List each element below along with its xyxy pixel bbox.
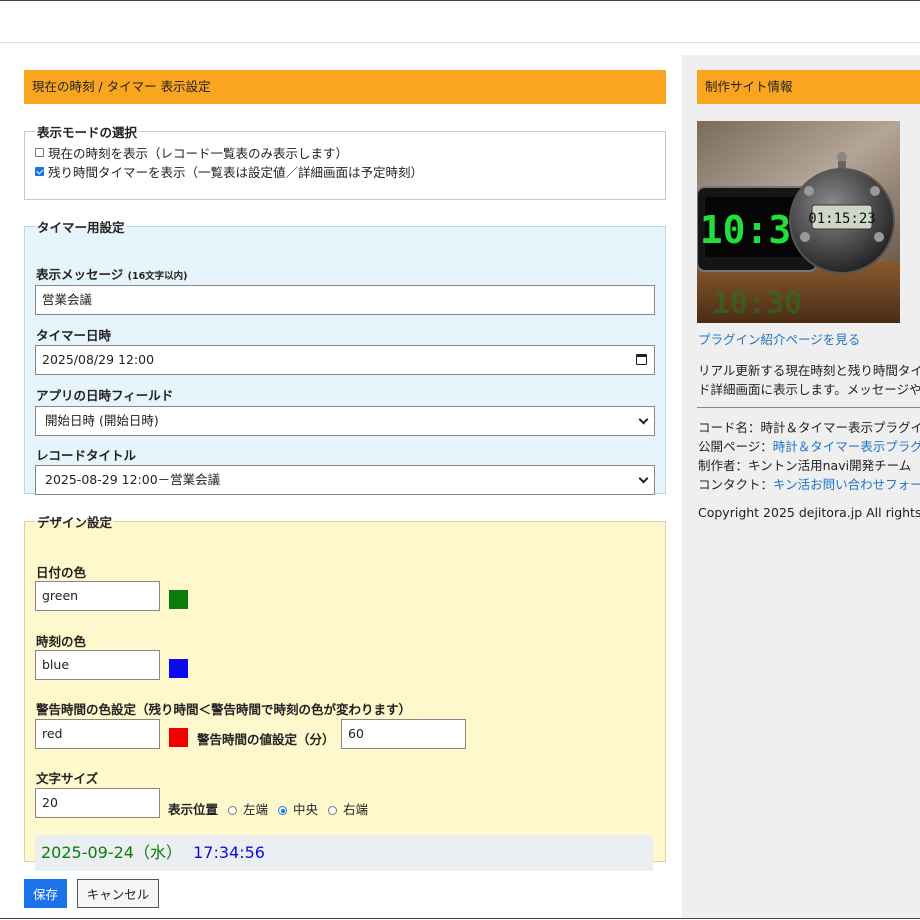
date-color-input[interactable]: green (35, 581, 160, 611)
bottom-border (0, 918, 920, 919)
date-color-swatch (169, 590, 188, 609)
description-line-2: ド詳細画面に表示します。メッセージや (698, 382, 920, 397)
position-center-radio[interactable] (278, 806, 288, 815)
position-left-radio[interactable] (228, 806, 238, 815)
sidebar: 制作サイト情報 10:30 10:30 01:15:23 プラグイン紹介ページを… (682, 55, 920, 918)
mode-option-clock[interactable]: 現在の時刻を表示（レコード一覧表のみ表示します） (35, 143, 655, 162)
preview-time: 17:34:56 (193, 843, 265, 862)
display-mode-legend: 表示モードの選択 (37, 125, 138, 140)
font-size-input[interactable]: 20 (35, 788, 160, 818)
sidebar-header: 制作サイト情報 (697, 70, 920, 104)
plugin-page-link[interactable]: プラグイン紹介ページを見る (698, 329, 860, 348)
position-label: 表示位置 (168, 802, 219, 817)
contact-link[interactable]: キン活お問い合わせフォー (773, 477, 920, 492)
author-text: 制作者：キントン活用navi開発チーム (698, 458, 912, 473)
timer-settings-fieldset: タイマー用設定 表示メッセージ (16文字以内) 営業会議 タイマー日時 202… (24, 217, 666, 495)
record-title-select[interactable]: 2025-08-29 12:00－営業会議 (35, 465, 655, 495)
date-field-select[interactable]: 開始日時 (開始日時) (35, 406, 655, 436)
warn-minutes-label: 警告時間の値設定（分） (197, 732, 335, 747)
timer-datetime-input[interactable]: 2025/08/29 12:00 (35, 345, 655, 375)
sidebar-divider (697, 407, 920, 408)
mode-option-timer[interactable]: 残り時間タイマーを表示（一覧表は設定値／詳細画面は予定時刻） (35, 162, 655, 181)
time-color-input[interactable]: blue (35, 650, 160, 680)
warn-color-label: 警告時間の色設定（残り時間＜警告時間で時刻の色が変わります） (36, 702, 412, 717)
timer-datetime-label: タイマー日時 (36, 328, 112, 343)
preview-date: 2025-09-24（水） (41, 843, 182, 862)
top-bar (0, 0, 920, 43)
copyright-text: Copyright 2025 dejitora.jp All rights re… (698, 505, 920, 520)
font-size-label: 文字サイズ (36, 771, 99, 786)
plugin-image[interactable]: 10:30 10:30 01:15:23 (697, 121, 900, 323)
warn-color-swatch (169, 728, 188, 747)
description-line-1: リアル更新する現在時刻と残り時間タイ (698, 363, 920, 378)
time-color-label: 時刻の色 (36, 634, 87, 649)
chevron-down-icon (638, 414, 649, 425)
calendar-icon[interactable] (636, 354, 647, 365)
position-center-label: 中央 (293, 802, 319, 817)
display-mode-fieldset: 表示モードの選択 現在の時刻を表示（レコード一覧表のみ表示します） 残り時間タイ… (24, 122, 666, 200)
mode-timer-label: 残り時間タイマーを表示（一覧表は設定値／詳細画面は予定時刻） (48, 165, 424, 180)
message-label: 表示メッセージ (16文字以内) (36, 267, 188, 282)
clock-preview: 2025-09-24（水） 17:34:56 (35, 835, 653, 871)
public-page-row: 公開ページ：時計＆タイマー表示プラグ (698, 436, 920, 455)
time-color-swatch (169, 659, 188, 678)
mode-clock-checkbox[interactable] (35, 148, 44, 157)
public-page-link[interactable]: 時計＆タイマー表示プラグ (773, 439, 920, 454)
design-settings-fieldset: デザイン設定 日付の色 green 時刻の色 blue 警告時間の色設定（残り時… (24, 512, 666, 871)
warn-color-input[interactable]: red (35, 719, 160, 749)
clock-product-image: 10:30 10:30 01:15:23 (697, 121, 900, 323)
position-left-label: 左端 (243, 802, 269, 817)
timer-settings-legend: タイマー用設定 (37, 220, 125, 235)
digital-clock-reflection: 10:30 (712, 286, 802, 321)
mode-timer-checkbox[interactable] (35, 167, 44, 176)
position-right-radio[interactable] (328, 806, 338, 815)
position-right-label: 右端 (343, 802, 369, 817)
design-settings-legend: デザイン設定 (37, 515, 113, 530)
stopwatch-text: 01:15:23 (808, 211, 875, 227)
contact-row: コンタクト：キン活お問い合わせフォー (698, 474, 920, 493)
message-input[interactable]: 営業会議 (35, 285, 655, 315)
date-field-label: アプリの日時フィールド (36, 388, 174, 403)
settings-header: 現在の時刻 / タイマー 表示設定 (24, 70, 666, 104)
mode-clock-label: 現在の時刻を表示（レコード一覧表のみ表示します） (48, 146, 349, 161)
cancel-button[interactable]: キャンセル (77, 879, 159, 908)
warn-minutes-input[interactable]: 60 (341, 719, 466, 749)
record-title-label: レコードタイトル (36, 448, 137, 463)
save-button[interactable]: 保存 (24, 879, 67, 908)
code-name-text: コード名：時計＆タイマー表示プラグイ (698, 420, 920, 435)
date-color-label: 日付の色 (36, 565, 87, 580)
position-group: 表示位置 左端 中央 右端 (168, 799, 368, 818)
chevron-down-icon (638, 473, 649, 484)
